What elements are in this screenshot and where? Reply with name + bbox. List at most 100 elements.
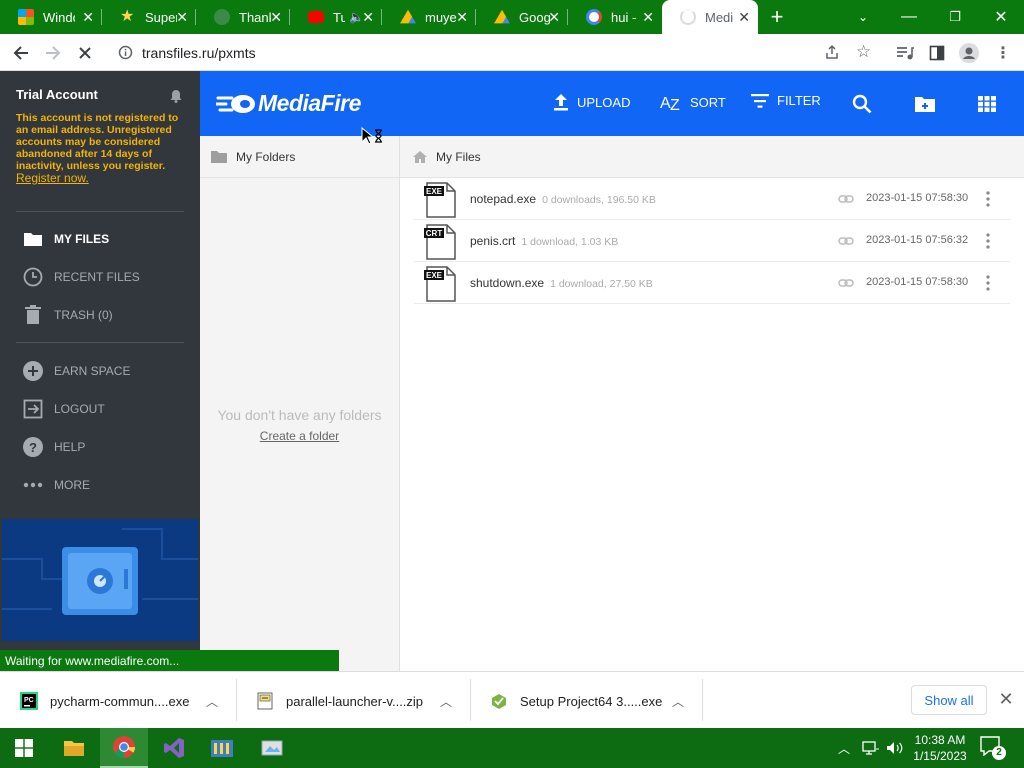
file-date: 2023-01-15 07:58:30 <box>866 192 969 204</box>
more-options-icon[interactable] <box>984 189 992 209</box>
close-tab-icon[interactable]: ✕ <box>738 9 750 25</box>
close-tab-icon[interactable]: ✕ <box>82 9 94 25</box>
chrome-taskbar-icon[interactable] <box>100 728 148 768</box>
busy-cursor-icon <box>361 127 382 145</box>
close-tab-icon[interactable]: ✕ <box>456 9 468 25</box>
svg-text:?: ? <box>29 440 37 455</box>
file-name[interactable]: penis.crt <box>470 234 515 248</box>
browser-tab[interactable]: ★ Super ✕ <box>102 0 196 34</box>
paint-taskbar-icon[interactable] <box>248 728 296 768</box>
file-row[interactable]: CRT penis.crt 1 download, 1.03 KB 2023-01… <box>414 220 1010 262</box>
file-meta: 0 downloads, 196.50 KB <box>542 194 656 206</box>
file-row[interactable]: EXE notepad.exe 0 downloads, 196.50 KB 20… <box>414 178 1010 220</box>
close-tab-icon[interactable]: ✕ <box>176 9 188 25</box>
breadcrumb-current[interactable]: My Files <box>436 150 481 164</box>
browser-tab[interactable]: Thank ✕ <box>196 0 290 34</box>
more-options-icon[interactable] <box>984 231 992 251</box>
browser-tab-active[interactable]: Medi ✕ <box>662 0 758 34</box>
upload-button[interactable]: UPLOAD <box>553 93 630 111</box>
file-date: 2023-01-15 07:56:32 <box>866 234 969 246</box>
close-downloads-icon[interactable]: ✕ <box>996 689 1016 709</box>
browser-tab[interactable]: muye ✕ <box>382 0 476 34</box>
nav-trash[interactable]: TRASH (0) <box>22 303 113 327</box>
filter-button[interactable]: FILTER <box>751 93 821 108</box>
divider <box>16 211 184 212</box>
browser-tab[interactable]: hui - ✕ <box>568 0 662 34</box>
new-folder-icon[interactable] <box>914 95 936 118</box>
star-icon: ★ <box>120 8 135 25</box>
browser-tab[interactable]: Tu 🔈 ✕ <box>290 0 382 34</box>
help-icon: ? <box>22 436 44 458</box>
file-explorer-taskbar-icon[interactable] <box>50 728 98 768</box>
register-link[interactable]: Register now. <box>16 171 89 185</box>
file-name[interactable]: shutdown.exe <box>470 276 544 290</box>
logout-icon <box>22 398 44 420</box>
show-hidden-icons-chevron-icon[interactable]: ︿ <box>838 740 850 757</box>
forward-button[interactable] <box>40 40 66 66</box>
minimize-window-button[interactable]: — <box>886 0 932 34</box>
system-clock[interactable]: 10:38 AM 1/15/2023 <box>910 732 970 764</box>
media-control-icon[interactable] <box>892 40 918 66</box>
close-tab-icon[interactable]: ✕ <box>548 9 560 25</box>
visual-studio-taskbar-icon[interactable] <box>150 728 198 768</box>
notification-center-icon[interactable]: 2 <box>980 736 1008 760</box>
close-window-button[interactable]: ✕ <box>978 0 1024 34</box>
folder-icon <box>211 150 227 163</box>
nav-logout[interactable]: LOGOUT <box>22 397 105 421</box>
close-tab-icon[interactable]: ✕ <box>362 9 374 25</box>
chevron-up-icon[interactable]: ︿ <box>206 693 218 710</box>
browser-menu-icon[interactable]: ⋮ <box>990 40 1016 66</box>
share-icon[interactable] <box>824 44 840 65</box>
download-item[interactable]: parallel-launcher-v....zip ︿ <box>236 678 470 724</box>
more-dots-icon <box>22 474 44 496</box>
browser-tab[interactable]: Goog ✕ <box>476 0 568 34</box>
close-tab-icon[interactable]: ✕ <box>270 9 282 25</box>
sort-button[interactable]: AZ SORT <box>660 93 726 112</box>
home-icon[interactable] <box>412 150 428 164</box>
sort-az-icon: AZ <box>660 95 680 111</box>
close-tab-icon[interactable]: ✕ <box>642 9 654 25</box>
profile-avatar-icon[interactable] <box>956 40 982 66</box>
notification-bell-icon[interactable] <box>170 89 182 108</box>
tab-search-chevron-icon[interactable]: ⌄ <box>840 0 886 34</box>
downloads-bar: PC pycharm-commun....exe ︿ parallel-laun… <box>0 671 1024 728</box>
start-button[interactable] <box>0 728 48 768</box>
new-tab-button[interactable]: + <box>754 0 800 34</box>
restore-window-button[interactable]: ❐ <box>932 0 978 34</box>
create-folder-link[interactable]: Create a folder <box>200 429 399 443</box>
filter-icon <box>751 93 769 108</box>
promo-banner[interactable] <box>2 519 198 641</box>
search-icon[interactable] <box>852 94 872 119</box>
grid-view-icon[interactable] <box>978 96 996 117</box>
mediafire-logo[interactable]: MediaFire <box>216 90 361 117</box>
address-bar[interactable]: transfiles.ru/pxmts ☆ <box>108 38 884 67</box>
download-item[interactable]: PC pycharm-commun....exe ︿ <box>0 678 236 724</box>
nav-help[interactable]: ? HELP <box>22 435 85 459</box>
network-icon[interactable] <box>862 740 880 756</box>
breadcrumb: My Files <box>400 136 1024 178</box>
link-icon[interactable] <box>838 276 854 290</box>
back-button[interactable] <box>8 40 34 66</box>
bookmark-star-icon[interactable]: ☆ <box>856 42 871 62</box>
nav-recent-files[interactable]: RECENT FILES <box>22 265 140 289</box>
more-options-icon[interactable] <box>984 273 992 293</box>
nav-my-files[interactable]: MY FILES <box>22 227 109 251</box>
download-item[interactable]: Setup Project64 3.....exe ︿ <box>470 678 702 724</box>
link-icon[interactable] <box>838 192 854 206</box>
file-row[interactable]: EXE shutdown.exe 1 download, 27.50 KB 202… <box>414 262 1010 304</box>
nav-more[interactable]: MORE <box>22 473 90 497</box>
nav-earn-space[interactable]: EARN SPACE <box>22 359 130 383</box>
link-icon[interactable] <box>838 234 854 248</box>
volume-icon[interactable] <box>886 740 904 756</box>
chevron-up-icon[interactable]: ︿ <box>440 693 452 710</box>
app-taskbar-icon[interactable] <box>198 728 246 768</box>
chevron-up-icon[interactable]: ︿ <box>672 693 684 710</box>
stop-loading-button[interactable] <box>72 40 98 66</box>
side-panel-icon[interactable] <box>924 40 950 66</box>
browser-tab[interactable]: Windows ✕ <box>0 0 102 34</box>
svg-text:EXE: EXE <box>426 187 443 196</box>
show-all-downloads-button[interactable]: Show all <box>911 685 987 715</box>
site-info-icon[interactable] <box>118 45 133 65</box>
exe-file-icon: EXE <box>424 182 456 218</box>
file-name[interactable]: notepad.exe <box>470 192 536 206</box>
